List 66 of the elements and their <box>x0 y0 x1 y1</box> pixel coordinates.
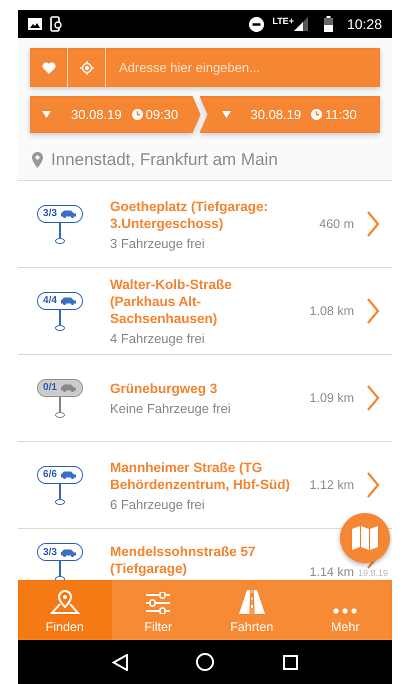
clock-icon <box>132 109 143 120</box>
do-not-disturb-icon <box>249 16 264 32</box>
nav-tab[interactable]: Filter <box>112 580 205 640</box>
availability-count: 4/4 <box>43 295 57 306</box>
chevron-right-icon <box>366 298 380 324</box>
home-icon[interactable] <box>196 653 214 671</box>
station-name: Walter-Kolb-Straße (Parkhaus Alt-Sachsenhausen) <box>110 276 233 327</box>
car-icon <box>60 209 77 218</box>
availability-count: 6/6 <box>43 469 57 480</box>
date-time-picker[interactable]: 30.08.19 09:30 <box>30 96 200 133</box>
car-icon <box>60 296 77 305</box>
dropdown-icon <box>42 111 51 118</box>
date-label: 19.8.19 <box>358 568 388 578</box>
more-icon <box>333 608 358 614</box>
sign-post-icon <box>55 484 65 504</box>
availability-count: 3/3 <box>43 208 57 219</box>
date-time-picker[interactable]: 30.08.19 11:30 <box>200 96 380 133</box>
phone-icon <box>50 16 62 32</box>
vehicle-availability: 4 Fahrzeuge frei <box>110 331 206 346</box>
image-icon <box>28 18 42 30</box>
car-icon <box>60 383 77 392</box>
chevron-right-icon <box>366 472 380 498</box>
recents-icon[interactable] <box>282 654 298 670</box>
nav-tab[interactable]: Fahrten <box>205 580 298 640</box>
sliders-icon <box>145 592 172 614</box>
map-pin-icon <box>50 590 80 614</box>
car-icon <box>60 470 77 479</box>
vehicle-availability: 6 Fahrzeuge frei <box>110 496 206 512</box>
distance-label: 1.08 km <box>308 304 354 318</box>
location-pin-icon <box>32 152 43 168</box>
sign-post-icon <box>55 396 65 418</box>
address-field[interactable]: Adresse hier eingeben... <box>106 48 380 87</box>
nav-tab[interactable]: Finden <box>18 580 112 640</box>
sign-post-icon <box>55 310 65 330</box>
signal-icon <box>294 17 308 31</box>
station-name: Grüneburgweg 3 <box>110 380 218 397</box>
chevron-right-icon <box>366 211 380 237</box>
station-name: Mendelssohnstraße 57 (Tiefgarage) <box>110 543 257 577</box>
map-icon <box>352 526 378 550</box>
availability-count: 3/3 <box>43 546 57 558</box>
sign-post-icon <box>55 222 65 244</box>
crosshair-icon <box>80 60 94 74</box>
station-name: Goetheplatz (Tiefgarage: 3.Untergeschoss) <box>110 198 270 232</box>
clock: 10:28 <box>346 16 382 32</box>
car-icon <box>60 548 77 556</box>
road-icon <box>238 590 265 614</box>
dropdown-icon <box>222 111 230 118</box>
battery-icon <box>324 16 333 32</box>
station-list-item[interactable]: 3/3 Goetheplatz (Tiefgarage: 3.Untergeschoss) 3 Fahrzeuge frei 460 m <box>18 181 392 268</box>
vehicle-availability: Keine Fahrzeuge frei <box>110 401 232 416</box>
distance-label: 1.09 km <box>308 391 354 405</box>
station-list-item[interactable]: 4/4 Walter-Kolb-Straße (Parkhaus Alt-Sachsenhausen) 4 Fahrzeuge frei 1.08 km <box>18 268 392 355</box>
vehicle-availability: 3 Fahrzeuge frei <box>110 236 206 250</box>
distance-label: 1.12 km <box>308 478 354 492</box>
distance-label: 1.14 km <box>308 565 354 579</box>
back-icon[interactable] <box>112 654 128 670</box>
distance-label: 460 m <box>318 217 354 231</box>
nav-tab[interactable]: Mehr <box>298 580 392 640</box>
chevron-right-icon <box>366 385 380 411</box>
station-name: Mannheimer Straße (TG Behördenzentrum, Hbf-Süd) <box>110 458 290 492</box>
location-label: Innenstadt, Frankfurt am Main <box>51 150 278 170</box>
station-list-item[interactable]: 0/1 Grüneburgweg 3 Keine Fahrzeuge frei 1.09 km <box>18 355 392 442</box>
clock-icon <box>311 109 322 120</box>
heart-icon <box>42 62 56 74</box>
availability-count: 0/1 <box>43 382 57 393</box>
network-label: LTE+ <box>272 16 294 26</box>
